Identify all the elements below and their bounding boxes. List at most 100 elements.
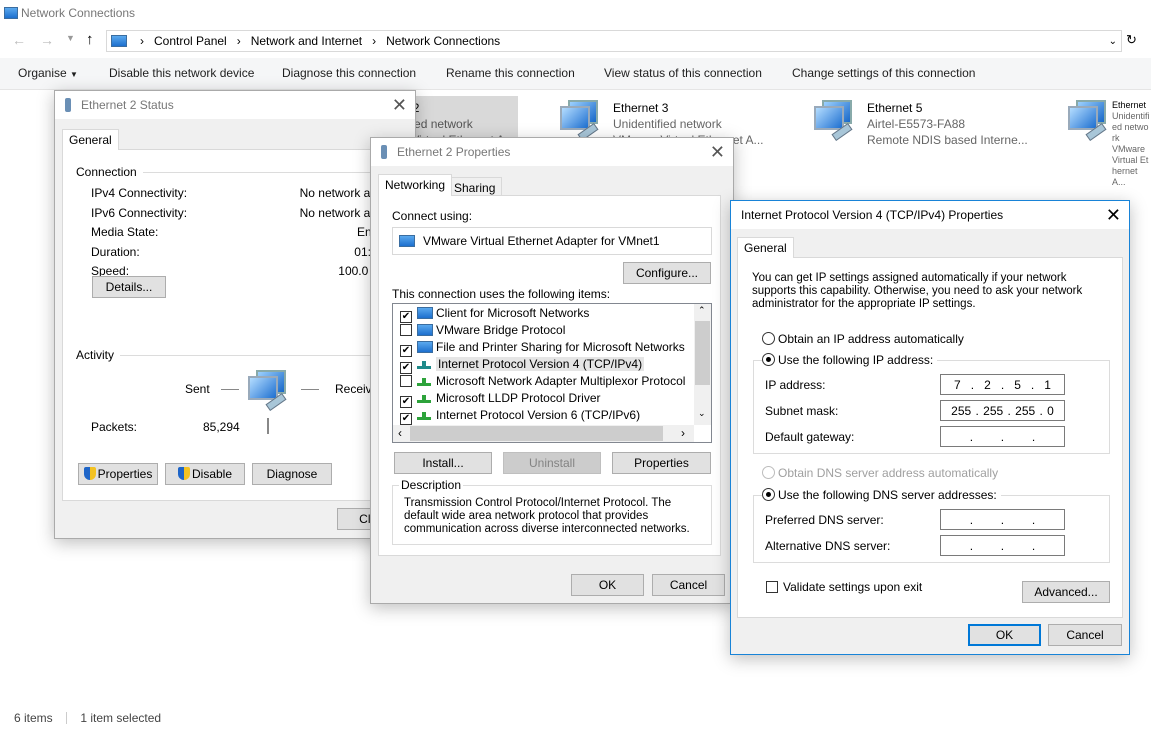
refresh-icon[interactable]: ↻ [1126,32,1137,48]
adapter-name: VMware Virtual Ethernet Adapter for VMne… [423,234,660,248]
intro-text: You can get IP settings assigned automat… [752,272,1083,310]
dialog-titlebar: Ethernet 2 Properties ✕ [371,138,733,166]
breadcrumb-network-internet[interactable]: Network and Internet [251,34,362,48]
checkbox-icon[interactable] [400,324,412,336]
view-status-command[interactable]: View status of this connection [604,66,762,80]
close-icon[interactable]: ✕ [392,95,407,116]
radio-icon [762,332,775,345]
duration-row: Duration:01:16:50 [91,243,401,263]
component-item[interactable]: VMware Bridge Protocol [393,322,693,339]
change-settings-command[interactable]: Change settings of this connection [792,66,975,80]
checkbox-checked-icon[interactable]: ✔ [400,413,412,425]
properties-button[interactable]: Properties [612,452,711,474]
checkbox-icon [766,581,778,593]
adapter-icon [399,235,415,247]
components-list[interactable]: ✔ Client for Microsoft Networks VMware Bri… [392,303,712,443]
dialog-title: Ethernet 2 Properties [397,145,511,159]
cancel-button[interactable]: Cancel [652,574,725,596]
validate-checkbox[interactable]: Validate settings upon exit [766,580,922,594]
networking-panel: Connect using: VMware Virtual Ethernet A… [378,195,721,556]
default-gateway-input[interactable]: ... [940,426,1065,447]
component-label: Microsoft Network Adapter Multiplexor Pr… [436,374,686,388]
checkbox-icon[interactable] [400,375,412,387]
diagnose-command[interactable]: Diagnose this connection [282,66,416,80]
service-icon [417,341,433,353]
scroll-thumb[interactable] [410,426,663,441]
back-icon[interactable]: ← [12,32,26,48]
address-dropdown-icon[interactable]: ⌄ [1109,36,1117,47]
horizontal-scrollbar[interactable]: ‹ › [393,425,694,442]
scroll-left-icon[interactable]: ‹ [398,426,402,440]
item-device: Remote NDIS based Interne... [867,133,1028,147]
component-item[interactable]: Microsoft Network Adapter Multiplexor Pr… [393,373,693,390]
rename-command[interactable]: Rename this connection [446,66,575,80]
checkbox-label: Validate settings upon exit [783,580,923,594]
ip-address-input[interactable]: 7.2.5.1 [940,374,1065,395]
component-item[interactable]: ✔ Client for Microsoft Networks [393,305,693,323]
up-icon[interactable]: ↑ [86,31,94,48]
tab-general[interactable]: General [737,237,794,258]
scroll-thumb[interactable] [695,321,710,385]
connection-item-ethernet[interactable]: Ethernet Unidentified network VMware Vir… [1066,100,1151,187]
disable-button[interactable]: Disable [165,463,245,485]
vertical-scrollbar[interactable]: ⌃ ⌄ [694,304,711,425]
radio-label: Use the following IP address: [778,353,934,367]
dialog-title: Ethernet 2 Status [81,98,174,112]
diagnose-button[interactable]: Diagnose [252,463,332,485]
component-item[interactable]: ✔ Microsoft LLDP Protocol Driver [393,390,693,408]
network-adapter-icon [814,100,856,142]
properties-button[interactable]: Properties [78,463,158,485]
octet: 255 [983,403,1004,418]
connection-item-ethernet-5[interactable]: Ethernet 5 Airtel-E5573-FA88 Remote NDIS… [812,100,1032,150]
cancel-button[interactable]: Cancel [1048,624,1122,646]
recent-chevron-icon[interactable]: ▼ [66,33,75,43]
general-panel: Connection IPv4 Connectivity: No network … [62,149,407,501]
scroll-down-icon[interactable]: ⌄ [698,408,706,419]
protocol-icon [417,359,431,369]
client-icon [417,307,433,319]
obtain-dns-radio: Obtain DNS server address automatically [762,466,998,480]
address-bar[interactable]: › Control Panel › Network and Internet ›… [106,30,1122,52]
ethernet-status-dialog: Ethernet 2 Status ✕ General Connection I… [54,90,416,539]
octet: 2 [984,377,991,392]
preferred-dns-input[interactable]: ... [940,509,1065,530]
use-dns-radio[interactable]: Use the following DNS server addresses: [762,488,1001,502]
details-button[interactable]: Details... [92,276,166,298]
subnet-mask-input[interactable]: 255. 255. 255. 0 [940,400,1065,421]
subnet-mask-label: Subnet mask: [765,404,839,418]
component-item[interactable]: ✔ Internet Protocol Version 6 (TCP/IPv6) [393,407,693,425]
description-group: Description Transmission Control Protoco… [392,478,712,545]
scroll-up-icon[interactable]: ⌃ [698,305,706,316]
radio-selected-icon [762,488,775,501]
component-item[interactable]: ✔ File and Printer Sharing for Microsoft … [393,339,693,357]
component-item[interactable]: ✔ Internet Protocol Version 4 (TCP/IPv4) [393,356,693,374]
tab-general[interactable]: General [62,129,119,150]
alternative-dns-input[interactable]: ... [940,535,1065,556]
close-icon[interactable]: ✕ [710,142,725,163]
forward-icon[interactable]: → [40,32,54,48]
tab-sharing[interactable]: Sharing [447,177,503,196]
organise-menu[interactable]: Organise ▼ [18,66,78,80]
service-icon [417,324,433,336]
media-state-row: Media State:Enabled [91,223,401,243]
close-icon[interactable]: ✕ [1106,205,1121,226]
ok-button[interactable]: OK [968,624,1041,646]
protocol-icon [417,410,431,420]
obtain-ip-radio[interactable]: Obtain an IP address automatically [762,332,964,346]
scroll-right-icon[interactable]: › [681,426,685,440]
use-ip-radio[interactable]: Use the following IP address: [762,353,938,367]
ok-button[interactable]: OK [571,574,644,596]
general-panel: You can get IP settings assigned automat… [737,257,1123,618]
breadcrumb-network-connections[interactable]: Network Connections [386,34,500,48]
configure-button[interactable]: Configure... [623,262,711,284]
install-button[interactable]: Install... [394,452,492,474]
disable-device-command[interactable]: Disable this network device [109,66,254,80]
advanced-button[interactable]: Advanced... [1022,581,1110,603]
uac-shield-icon [177,467,190,480]
breadcrumb-control-panel[interactable]: Control Panel [154,34,227,48]
radio-icon [762,466,775,479]
component-label: Internet Protocol Version 4 (TCP/IPv4) [436,357,645,371]
packets-label: Packets: [91,420,138,434]
tab-networking[interactable]: Networking [378,174,453,196]
dialog-titlebar: Internet Protocol Version 4 (TCP/IPv4) P… [731,201,1129,229]
